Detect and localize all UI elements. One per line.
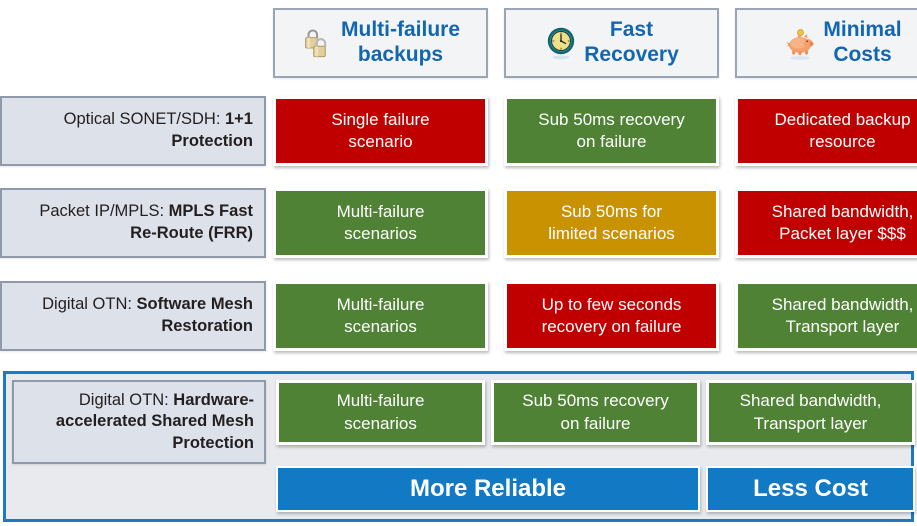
status-cell: Sub 50ms for limited scenarios bbox=[504, 188, 719, 258]
header-corner-spacer bbox=[0, 8, 266, 78]
status-cell: Sub 50ms recovery on failure bbox=[491, 380, 700, 445]
table-row: Digital OTN: Software Mesh Restoration M… bbox=[0, 281, 917, 351]
header-col-multi-failure-backups: Multi-failure backups bbox=[273, 8, 488, 78]
clock-icon bbox=[544, 24, 578, 62]
status-cell: Single failure scenario bbox=[273, 96, 488, 166]
status-cell: Multi-failure scenarios bbox=[273, 188, 488, 258]
header-label-minimal-costs: Minimal Costs bbox=[823, 18, 902, 66]
row-label-prefix: Digital OTN: bbox=[78, 391, 174, 410]
row-label-prefix: Optical SONET/SDH: bbox=[63, 110, 225, 129]
header-col-fast-recovery: Fast Recovery bbox=[504, 8, 719, 78]
status-cell: Shared bandwidth, Packet layer $$$ bbox=[735, 188, 917, 258]
header-box-fast-recovery: Fast Recovery bbox=[504, 8, 719, 78]
header-box-minimal-costs: Minimal Costs bbox=[735, 8, 917, 78]
highlighted-row-panel: Digital OTN: Hardware-accelerated Shared… bbox=[3, 371, 915, 522]
status-cell: Shared bandwidth, Transport layer bbox=[706, 380, 915, 445]
banner-less-cost: Less Cost bbox=[706, 466, 915, 512]
row-label-prefix: Packet IP/MPLS: bbox=[39, 202, 169, 221]
piggy-bank-icon bbox=[783, 24, 817, 62]
status-cell: Multi-failure scenarios bbox=[276, 380, 485, 445]
status-cell: Multi-failure scenarios bbox=[273, 281, 488, 351]
table-row: Packet IP/MPLS: MPLS Fast Re-Route (FRR)… bbox=[0, 188, 917, 258]
row-label-packet-ip-mpls: Packet IP/MPLS: MPLS Fast Re-Route (FRR) bbox=[0, 188, 266, 258]
table-row: Optical SONET/SDH: 1+1 Protection Single… bbox=[0, 96, 917, 166]
header-row: Multi-failure backups Fast Recovery Mini… bbox=[0, 8, 917, 78]
status-cell: Up to few seconds recovery on failure bbox=[504, 281, 719, 351]
header-col-minimal-costs: Minimal Costs bbox=[735, 8, 917, 78]
header-box-multi-failure-backups: Multi-failure backups bbox=[273, 8, 488, 78]
status-cell: Shared bandwidth, Transport layer bbox=[735, 281, 917, 351]
row-label-digital-otn-software: Digital OTN: Software Mesh Restoration bbox=[0, 281, 266, 351]
row-label-prefix: Digital OTN: bbox=[42, 295, 137, 314]
status-cell: Dedicated backup resource bbox=[735, 96, 917, 166]
header-label-multi-failure-backups: Multi-failure backups bbox=[341, 18, 460, 66]
row-label-strong: Software Mesh Restoration bbox=[136, 295, 253, 335]
row-label-optical-sonet-sdh: Optical SONET/SDH: 1+1 Protection bbox=[0, 96, 266, 166]
row-label-digital-otn-hardware: Digital OTN: Hardware-accelerated Shared… bbox=[12, 380, 266, 464]
padlocks-icon bbox=[301, 24, 335, 62]
banner-more-reliable: More Reliable bbox=[276, 466, 700, 512]
status-cell: Sub 50ms recovery on failure bbox=[504, 96, 719, 166]
header-label-fast-recovery: Fast Recovery bbox=[584, 18, 679, 66]
comparison-matrix: Multi-failure backups Fast Recovery Mini… bbox=[0, 0, 917, 526]
